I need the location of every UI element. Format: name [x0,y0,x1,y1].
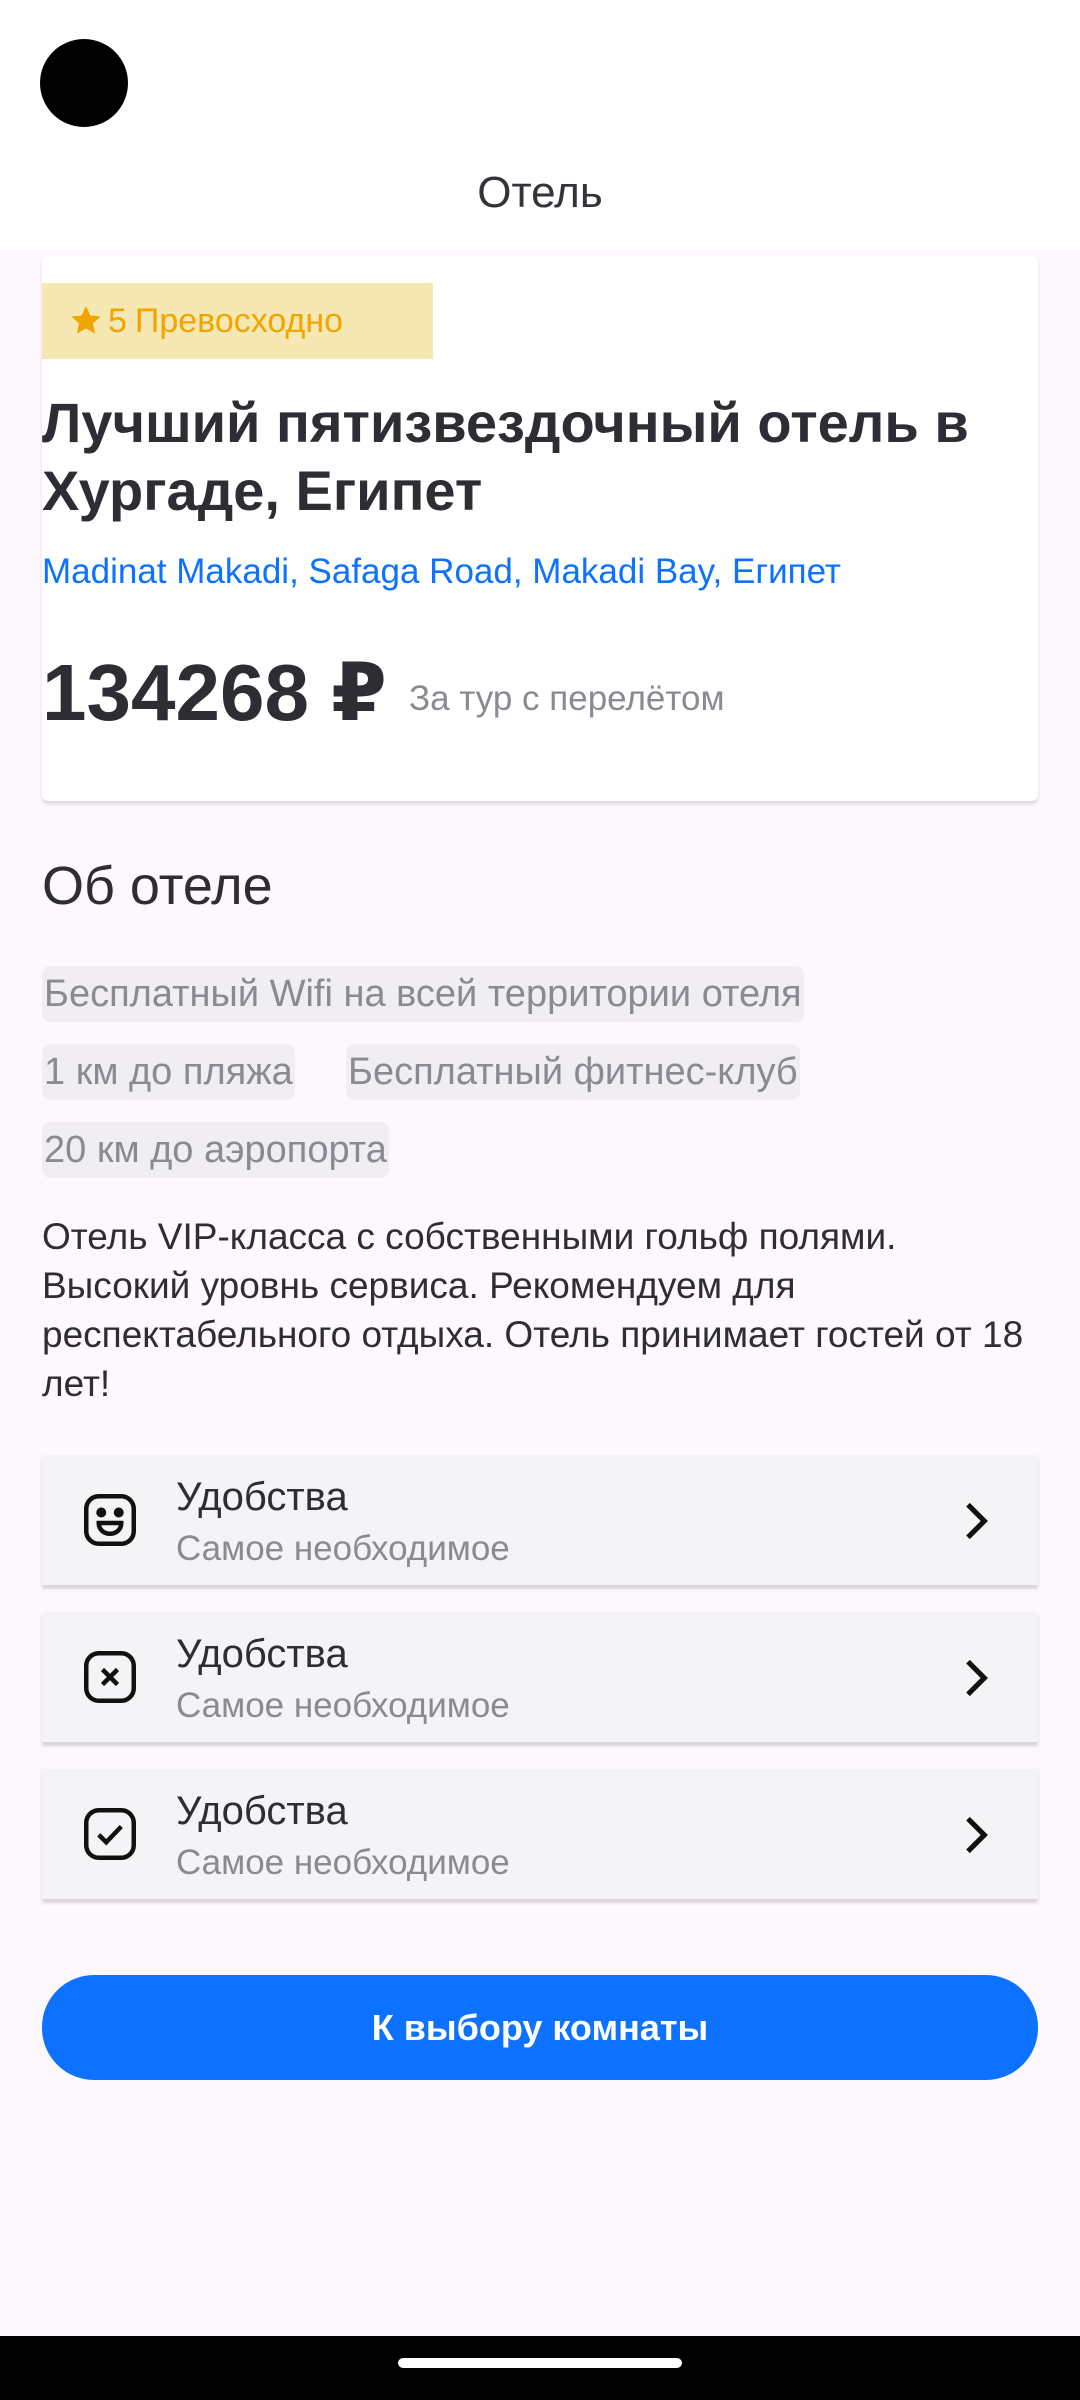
tag-wifi: Бесплатный Wifi на всей территории отеля [42,966,804,1022]
hotel-description: Отель VIP-класса с собственными гольф по… [42,1216,1024,1404]
amenity-subtitle: Самое необходимое [176,1529,510,1568]
hotel-name: Лучший пятизвездочный отель в Хургаде, Е… [42,391,969,522]
price-note: За тур с перелётом [409,679,725,718]
emoji-happy-icon [84,1494,136,1546]
hotel-card: 5 Превосходно Лучший пятизвездочный отел… [42,256,1038,801]
tick-square-icon [84,1808,136,1860]
hotel-screen: Отель 5 Превосходно Лучший пятизвездочны… [0,0,1080,2400]
choose-room-button[interactable]: К выбору комнаты [42,1975,1038,2080]
amenity-row-included[interactable]: Удобства Самое необходимое [42,1612,1038,1742]
star-icon [71,306,101,334]
rating-value: 5 [108,301,127,340]
amenity-subtitle: Самое необходимое [176,1686,510,1725]
system-nav-bar [0,2336,1080,2400]
tag-fitness: Бесплатный фитнес-клуб [346,1044,800,1100]
amenity-title: Удобства [176,1475,348,1519]
chevron-right-icon [966,1502,988,1540]
tag-airport: 20 км до аэропорта [42,1122,389,1178]
rating-label: Превосходно [134,301,344,340]
page-title: Отель [477,168,603,217]
chevron-right-icon [966,1659,988,1697]
app-header: Отель [0,0,1080,250]
home-indicator[interactable] [398,2358,682,2368]
rating-badge: 5 Превосходно [42,283,433,359]
tag-beach: 1 км до пляжа [42,1044,295,1100]
about-title: Об отеле [42,856,273,916]
hotel-address-link[interactable]: Madinat Makadi, Safaga Road, Makadi Bay,… [42,552,841,592]
close-square-icon [84,1651,136,1703]
amenity-title: Удобства [176,1789,348,1833]
amenity-row-facilities[interactable]: Удобства Самое необходимое [42,1455,1038,1585]
amenity-subtitle: Самое необходимое [176,1843,510,1882]
amenity-row-not-included[interactable]: Удобства Самое необходимое [42,1769,1038,1899]
camera-cutout [40,39,128,127]
amenity-title: Удобства [176,1632,348,1676]
chevron-right-icon [966,1816,988,1854]
hotel-price: 134268 ₽ [42,648,387,737]
